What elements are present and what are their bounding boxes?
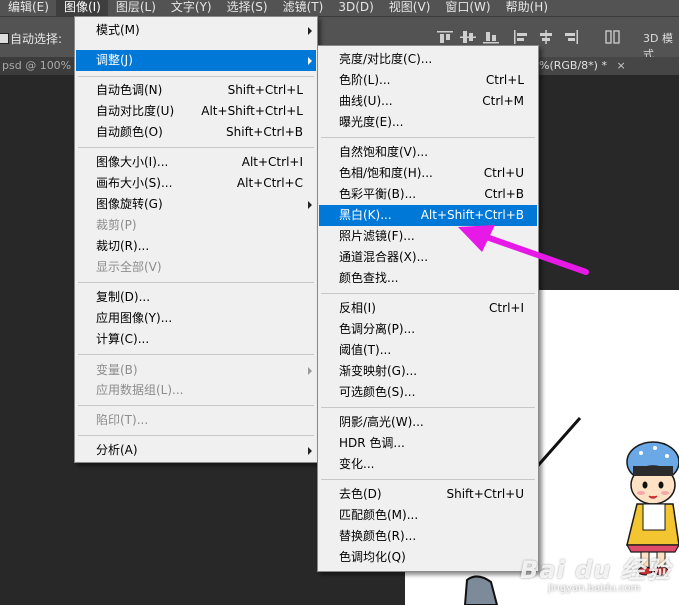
submenu-arrow-icon [308, 201, 312, 209]
image-menu-item-calculations[interactable]: 计算(C)... [76, 329, 316, 350]
image-menu: 模式(M) 调整(J) 自动色调(N) Shift+Ctrl+L 自动对比度(U… [74, 16, 318, 463]
adjust-item-selective-color[interactable]: 可选颜色(S)... [319, 382, 537, 403]
image-menu-item-analysis[interactable]: 分析(A) [76, 440, 316, 461]
adjust-item-vibrance[interactable]: 自然饱和度(V)... [319, 142, 537, 163]
menu-separator [321, 293, 535, 294]
menu-filter[interactable]: 滤镜(T) [275, 0, 331, 16]
adjust-item-curves[interactable]: 曲线(U)... Ctrl+M [319, 91, 537, 112]
adjust-item-channel-mixer[interactable]: 通道混合器(X)... [319, 247, 537, 268]
image-menu-item-auto-tone[interactable]: 自动色调(N) Shift+Ctrl+L [76, 80, 316, 101]
adjust-item-desaturate[interactable]: 去色(D) Shift+Ctrl+U [319, 484, 537, 505]
menu-type[interactable]: 文字(Y) [163, 0, 219, 16]
adjust-item-color-lookup[interactable]: 颜色查找... [319, 268, 537, 289]
image-menu-item-variables: 变量(B) [76, 360, 316, 381]
adjust-item-posterize[interactable]: 色调分离(P)... [319, 319, 537, 340]
menu-edit[interactable]: 编辑(E) [0, 0, 56, 16]
adjust-item-color-balance[interactable]: 色彩平衡(B)... Ctrl+B [319, 184, 537, 205]
submenu-arrow-icon [308, 367, 312, 375]
menu-separator [78, 354, 314, 355]
menubar: 编辑(E) 图像(I) 图层(L) 文字(Y) 选择(S) 滤镜(T) 3D(D… [0, 0, 679, 16]
submenu-arrow-icon [308, 447, 312, 455]
image-menu-item-apply-image[interactable]: 应用图像(Y)... [76, 308, 316, 329]
adjust-item-black-white[interactable]: 黑白(K)... Alt+Shift+Ctrl+B [319, 205, 537, 226]
document-tab-title: %(RGB/8*) * [539, 59, 607, 72]
adjust-item-threshold[interactable]: 阈值(T)... [319, 340, 537, 361]
menu-select[interactable]: 选择(S) [219, 0, 275, 16]
menu-separator [321, 407, 535, 408]
image-menu-item-image-size[interactable]: 图像大小(I)... Alt+Ctrl+I [76, 152, 316, 173]
menu-separator [78, 147, 314, 148]
auto-select-label: 自动选择: [10, 32, 63, 46]
image-menu-item-mode[interactable]: 模式(M) [76, 20, 316, 41]
image-menu-item-auto-contrast[interactable]: 自动对比度(U) Alt+Shift+Ctrl+L [76, 101, 316, 122]
menu-image[interactable]: 图像(I) [55, 0, 108, 16]
adjust-item-brightness-contrast[interactable]: 亮度/对比度(C)... [319, 49, 537, 70]
adjust-item-shadows-highlights[interactable]: 阴影/高光(W)... [319, 412, 537, 433]
menu-separator [321, 479, 535, 480]
submenu-arrow-icon [308, 27, 312, 35]
menu-separator [78, 435, 314, 436]
close-tab-icon[interactable]: × [616, 59, 625, 72]
image-menu-item-auto-color[interactable]: 自动颜色(O) Shift+Ctrl+B [76, 122, 316, 143]
menu-separator [321, 137, 535, 138]
image-menu-item-trim[interactable]: 裁切(R)... [76, 236, 316, 257]
menu-window[interactable]: 窗口(W) [437, 0, 497, 16]
align-top-icon[interactable] [436, 29, 454, 45]
distribute-left-icon[interactable] [512, 29, 530, 45]
image-menu-item-canvas-size[interactable]: 画布大小(S)... Alt+Ctrl+C [76, 173, 316, 194]
adjust-item-gradient-map[interactable]: 渐变映射(G)... [319, 361, 537, 382]
adjust-item-hue-saturation[interactable]: 色相/饱和度(H)... Ctrl+U [319, 163, 537, 184]
adjust-item-photo-filter[interactable]: 照片滤镜(F)... [319, 226, 537, 247]
adjust-item-exposure[interactable]: 曝光度(E)... [319, 112, 537, 133]
distribute-hcenter-icon[interactable] [537, 29, 555, 45]
image-menu-item-duplicate[interactable]: 复制(D)... [76, 287, 316, 308]
distribute-right-icon[interactable] [562, 29, 580, 45]
menu-layer[interactable]: 图层(L) [108, 0, 163, 16]
baidu-watermark: Bai du 经验 [520, 556, 671, 584]
adjust-item-replace-color[interactable]: 替换颜色(R)... [319, 526, 537, 547]
adjustments-submenu: 亮度/对比度(C)... 色阶(L)... Ctrl+L 曲线(U)... Ct… [317, 45, 539, 572]
image-menu-item-adjustments[interactable]: 调整(J) [76, 50, 316, 71]
image-menu-item-reveal-all: 显示全部(V) [96, 260, 162, 274]
image-menu-item-trap: 陷印(T)... [96, 413, 149, 427]
menu-view[interactable]: 视图(V) [381, 0, 438, 16]
menu-separator [78, 282, 314, 283]
auto-select-checkbox[interactable] [0, 33, 9, 44]
menu-separator [78, 76, 314, 77]
adjust-item-variations[interactable]: 变化... [319, 454, 537, 475]
document-tab-active[interactable]: %(RGB/8*) * × [535, 57, 679, 75]
menu-separator [78, 405, 314, 406]
adjust-item-invert[interactable]: 反相(I) Ctrl+I [319, 298, 537, 319]
image-menu-item-apply-data-set: 应用数据组(L)... [96, 383, 184, 397]
adjust-item-levels[interactable]: 色阶(L)... Ctrl+L [319, 70, 537, 91]
auto-align-icon[interactable] [604, 29, 622, 45]
submenu-arrow-icon [308, 57, 312, 65]
document-tab-left[interactable]: psd @ 100% [0, 57, 71, 75]
menu-3d[interactable]: 3D(D) [330, 0, 380, 16]
image-menu-item-crop: 裁剪(P) [96, 218, 137, 232]
adjust-item-hdr-toning[interactable]: HDR 色调... [319, 433, 537, 454]
align-vcenter-icon[interactable] [459, 29, 477, 45]
adjust-item-match-color[interactable]: 匹配颜色(M)... [319, 505, 537, 526]
align-bottom-icon[interactable] [482, 29, 500, 45]
menu-help[interactable]: 帮助(H) [498, 0, 555, 16]
adjust-item-equalize[interactable]: 色调均化(Q) [319, 547, 537, 568]
image-menu-item-image-rotation[interactable]: 图像旋转(G) [76, 194, 316, 215]
watermark-url: jingyan.baidu.com [548, 583, 641, 594]
